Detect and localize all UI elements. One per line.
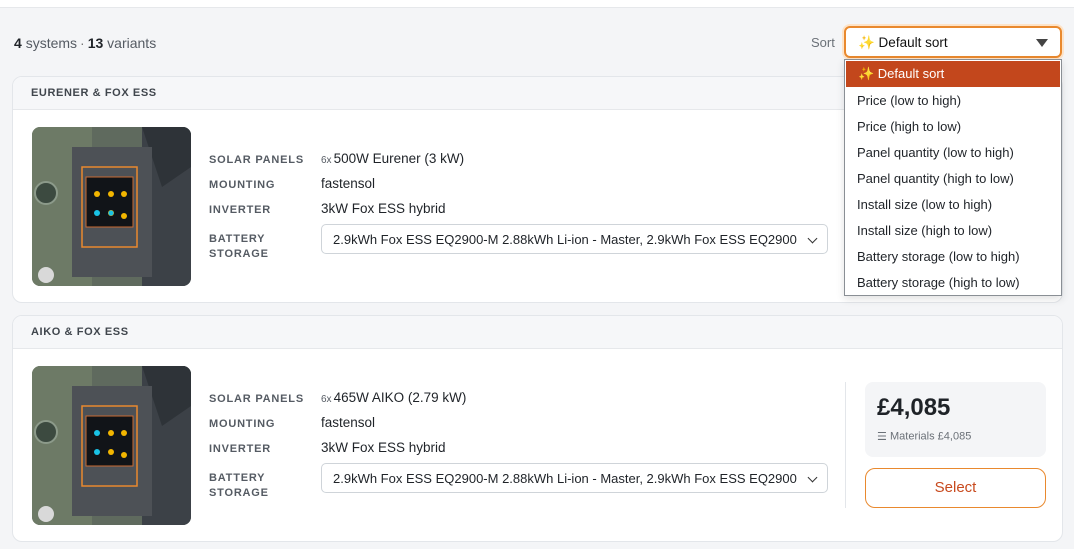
panel-qty: 6x bbox=[321, 394, 332, 405]
spec-label-battery-line2: STORAGE bbox=[209, 487, 269, 499]
spec-value-panels: 6x 500W Eurener (3 kW) bbox=[321, 151, 464, 166]
list-icon: ☰ bbox=[877, 431, 887, 443]
sort-selected-value: ✨ Default sort bbox=[858, 35, 948, 50]
sort-dropdown-list: ✨ Default sort Price (low to high) Price… bbox=[844, 59, 1062, 296]
systems-count: 4 bbox=[14, 35, 22, 51]
spec-value-panels: 6x 465W AIKO (2.79 kW) bbox=[321, 390, 466, 405]
battery-select[interactable]: 2.9kWh Fox ESS EQ2900-M 2.88kWh Li-ion -… bbox=[321, 224, 828, 254]
panel-desc: 500W Eurener (3 kW) bbox=[333, 151, 465, 166]
summary-separator: · bbox=[80, 35, 85, 51]
system-card: AIKO & FOX ESS SOLAR PANELS 6x 465W AIKO … bbox=[12, 315, 1063, 542]
vertical-divider bbox=[845, 382, 846, 508]
battery-select-value: 2.9kWh Fox ESS EQ2900-M 2.88kWh Li-ion -… bbox=[333, 471, 797, 486]
sort-option-install-size-asc[interactable]: Install size (low to high) bbox=[845, 192, 1061, 218]
battery-select[interactable]: 2.9kWh Fox ESS EQ2900-M 2.88kWh Li-ion -… bbox=[321, 463, 828, 493]
panel-desc: 465W AIKO (2.79 kW) bbox=[333, 390, 467, 405]
chevron-down-icon bbox=[807, 233, 818, 244]
top-divider bbox=[0, 0, 1074, 8]
sort-option-panel-qty-asc[interactable]: Panel quantity (low to high) bbox=[845, 140, 1061, 166]
spec-label-battery-line1: BATTERY bbox=[209, 472, 266, 484]
spec-label-mounting: MOUNTING bbox=[209, 179, 276, 191]
sort-label: Sort bbox=[811, 35, 835, 50]
spec-value-mounting: fastensol bbox=[321, 415, 376, 430]
caret-down-icon bbox=[1036, 39, 1048, 47]
sort-option-default[interactable]: ✨ Default sort bbox=[846, 61, 1060, 87]
spec-label-battery-line2: STORAGE bbox=[209, 248, 269, 260]
variants-count: 13 bbox=[87, 35, 104, 51]
select-button[interactable]: Select bbox=[865, 468, 1046, 508]
sort-option-install-size-desc[interactable]: Install size (high to low) bbox=[845, 218, 1061, 244]
sort-option-panel-qty-desc[interactable]: Panel quantity (high to low) bbox=[845, 166, 1061, 192]
battery-select-value: 2.9kWh Fox ESS EQ2900-M 2.88kWh Li-ion -… bbox=[333, 232, 797, 247]
spec-label-mounting: MOUNTING bbox=[209, 418, 276, 430]
spec-value-mounting: fastensol bbox=[321, 176, 376, 191]
spec-label-battery-line1: BATTERY bbox=[209, 233, 266, 245]
sort-option-price-desc[interactable]: Price (high to low) bbox=[845, 114, 1061, 140]
panel-qty: 6x bbox=[321, 155, 332, 166]
price-value: £4,085 bbox=[877, 394, 951, 421]
results-summary: 4 systems · 13 variants bbox=[14, 35, 156, 51]
materials-line: ☰ Materials £4,085 bbox=[877, 430, 1034, 443]
spec-label-battery: BATTERY STORAGE bbox=[209, 232, 269, 262]
spec-label-panels: SOLAR PANELS bbox=[209, 393, 304, 405]
spec-value-inverter: 3kW Fox ESS hybrid bbox=[321, 440, 446, 455]
sort-option-battery-asc[interactable]: Battery storage (low to high) bbox=[845, 244, 1061, 270]
systems-label: systems bbox=[25, 35, 78, 51]
spec-label-inverter: INVERTER bbox=[209, 443, 272, 455]
price-box: £4,085 ☰ Materials £4,085 bbox=[865, 382, 1046, 457]
spec-label-inverter: INVERTER bbox=[209, 204, 272, 216]
materials-value: Materials £4,085 bbox=[890, 430, 972, 443]
roof-satellite-image[interactable] bbox=[32, 366, 191, 525]
chevron-down-icon bbox=[807, 472, 818, 483]
spec-value-inverter: 3kW Fox ESS hybrid bbox=[321, 201, 446, 216]
roof-satellite-image[interactable] bbox=[32, 127, 191, 286]
spec-label-panels: SOLAR PANELS bbox=[209, 154, 304, 166]
sort-select[interactable]: ✨ Default sort bbox=[844, 26, 1062, 58]
variants-label: variants bbox=[107, 35, 157, 51]
spec-label-battery: BATTERY STORAGE bbox=[209, 471, 269, 501]
sort-option-battery-desc[interactable]: Battery storage (high to low) bbox=[845, 270, 1061, 296]
card-title: AIKO & FOX ESS bbox=[13, 316, 1062, 349]
sort-option-price-asc[interactable]: Price (low to high) bbox=[845, 88, 1061, 114]
